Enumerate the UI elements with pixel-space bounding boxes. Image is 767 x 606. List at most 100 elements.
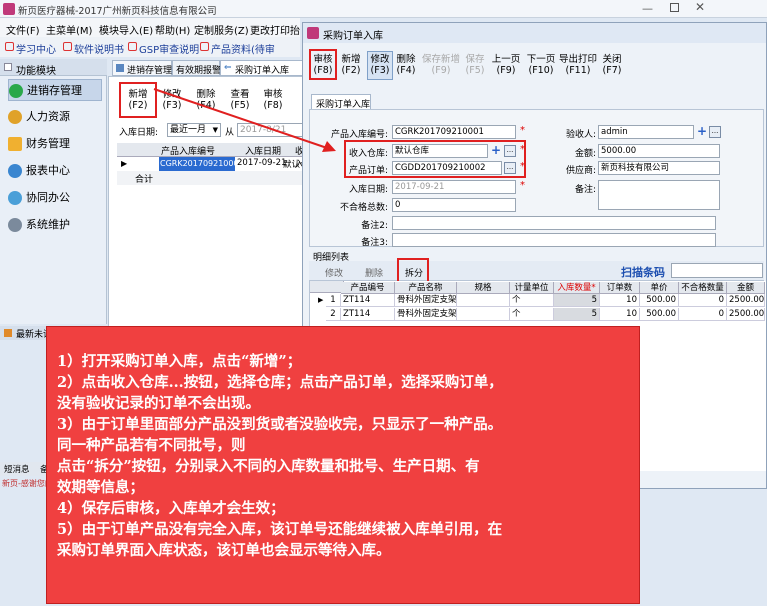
note-line: 4）保存后审核，入库单才会生效； bbox=[57, 500, 285, 517]
amount-label: 金额: bbox=[574, 149, 596, 159]
note2-label: 备注2: bbox=[361, 221, 388, 231]
menu-help[interactable]: 帮助(H) bbox=[155, 22, 190, 37]
receiver-add-icon[interactable]: + bbox=[696, 125, 708, 139]
dlg-audit-button[interactable]: 审核 (F8) bbox=[311, 54, 335, 76]
sidebar-item-finance[interactable]: 财务管理 bbox=[8, 133, 70, 155]
no-required: * bbox=[520, 125, 525, 136]
row-pointer-icon: ▶ bbox=[318, 296, 324, 304]
warehouse-required: * bbox=[520, 144, 525, 155]
menu-bar: 文件(F) 主菜单(M) 模块导入(E) 帮助(H) 定制服务(Z) 更改打印抬… bbox=[0, 18, 300, 37]
globe-icon bbox=[8, 191, 22, 205]
row-pointer-icon: ▶ bbox=[121, 159, 128, 168]
refresh-icon bbox=[8, 164, 22, 178]
coin-icon bbox=[8, 137, 22, 151]
detail-delete-button[interactable]: 删除 bbox=[365, 266, 383, 279]
no-input[interactable]: CGRK201709210001 bbox=[392, 125, 516, 139]
sidebar-header: 功能模块 bbox=[0, 59, 107, 77]
sidebar-item-inventory[interactable]: 进销存管理 bbox=[8, 79, 102, 101]
dlg-prev-button[interactable]: 上一页 (F9) bbox=[490, 54, 522, 76]
tab-messages[interactable]: 短消息 bbox=[4, 463, 30, 475]
dlg-add-button[interactable]: 新增 (F2) bbox=[339, 54, 363, 76]
dlg-delete-button[interactable]: 删除 (F4) bbox=[394, 54, 418, 76]
instruction-note: 1）打开采购订单入库，点击“新增”； 2）点击收入仓库...按钮，选择仓库；点击… bbox=[46, 326, 640, 604]
dialog-logo-icon bbox=[307, 27, 319, 39]
receiver-input[interactable]: admin bbox=[598, 125, 694, 139]
note2-input[interactable] bbox=[392, 216, 716, 230]
close-icon[interactable]: ✕ bbox=[695, 0, 705, 14]
dialog-titlebar: 采购订单入库 bbox=[303, 23, 766, 43]
order-required: * bbox=[520, 161, 525, 172]
tab-purchase-inbound[interactable]: 采购订单入库 ⇐ bbox=[220, 60, 310, 76]
quick-learn[interactable]: 学习中心 bbox=[16, 41, 56, 56]
date-input[interactable]: 2017-09-21 bbox=[392, 180, 516, 194]
sidebar-item-office[interactable]: 协同办公 bbox=[8, 187, 70, 209]
detail-toolbar: 修改 删除 拆分 扫描条码 bbox=[309, 261, 764, 281]
sidebar-toggle-icon[interactable] bbox=[4, 63, 12, 71]
amount-input[interactable]: 5000.00 bbox=[598, 144, 720, 158]
sidebar-item-system[interactable]: 系统维护 bbox=[8, 214, 70, 236]
menu-custom[interactable]: 定制服务(Z) bbox=[194, 22, 249, 37]
main-tabs: 进销存管理 有效期报警 采购订单入库 ⇐ bbox=[108, 59, 310, 76]
note-line: 5）由于订单产品没有完全入库，该订单号还能继续被入库单引用，在 bbox=[57, 521, 503, 538]
warehouse-browse-button[interactable]: ... bbox=[504, 145, 516, 157]
col-amount: 金额 bbox=[727, 282, 765, 294]
note-line: 3）由于订单里面部分产品没到货或者没验收完，只显示了一种产品。 bbox=[57, 416, 503, 433]
warehouse-input[interactable]: 默认仓库 bbox=[392, 144, 488, 158]
tab-expiry[interactable]: 有效期报警 bbox=[172, 60, 221, 76]
bad-total-input[interactable]: 0 bbox=[392, 198, 516, 212]
news-icon bbox=[4, 329, 12, 337]
menu-file[interactable]: 文件(F) bbox=[6, 22, 40, 37]
dlg-save-button[interactable]: 保存 (F5) bbox=[462, 54, 488, 76]
dlg-edit-button[interactable]: 修改 (F3) bbox=[368, 54, 392, 76]
annotation-arrow bbox=[153, 88, 336, 152]
dlg-next-button[interactable]: 下一页 (F10) bbox=[524, 54, 558, 76]
sidebar-item-report[interactable]: 报表中心 bbox=[8, 160, 70, 182]
note3-input[interactable] bbox=[392, 233, 716, 247]
list-total-row: 合计 bbox=[117, 171, 309, 185]
dlg-save-new-button[interactable]: 保存新增 (F9) bbox=[421, 54, 461, 76]
supplier-input[interactable]: 新页科技有限公司 bbox=[598, 161, 720, 175]
supplier-label: 供应商: bbox=[565, 166, 596, 176]
detail-edit-button[interactable]: 修改 bbox=[325, 266, 343, 279]
maximize-icon[interactable] bbox=[670, 3, 679, 12]
order-input[interactable]: CGDD201709210002 bbox=[392, 161, 502, 175]
col-unit: 计量单位 bbox=[510, 282, 554, 294]
arrow-icon: 采购订单入库 bbox=[235, 66, 290, 76]
quick-bar: 学习中心 软件说明书 GSP审查说明 产品资料(待审批:184) bbox=[0, 37, 300, 71]
sidebar-item-hr[interactable]: 人力资源 bbox=[8, 106, 70, 128]
menu-main[interactable]: 主菜单(M) bbox=[46, 22, 92, 37]
date-label: 入库日期: bbox=[348, 185, 388, 195]
remark-label: 备注: bbox=[574, 185, 596, 195]
check-circle-icon bbox=[9, 84, 23, 98]
col-name: 产品名称 bbox=[395, 282, 457, 294]
note-line: 1）打开采购订单入库，点击“新增”； bbox=[57, 353, 302, 370]
scan-input[interactable] bbox=[671, 263, 763, 278]
menu-print-header[interactable]: 更改打印抬头 bbox=[250, 22, 300, 37]
quick-manual[interactable]: 软件说明书 bbox=[74, 41, 124, 56]
bad-total-label: 不合格总数: bbox=[339, 203, 388, 213]
quick-gsp[interactable]: GSP审查说明 bbox=[139, 41, 199, 56]
note-line: 没有验收记录的订单不会出现。 bbox=[57, 395, 260, 412]
date-required: * bbox=[520, 180, 525, 191]
note-line: 同一种产品若有不同批号，则 bbox=[57, 437, 246, 454]
dlg-export-print-button[interactable]: 导出打印 (F11) bbox=[559, 54, 597, 76]
dlg-close-button[interactable]: 关闭 (F7) bbox=[599, 54, 625, 76]
product-icon bbox=[200, 42, 209, 51]
receiver-browse-button[interactable]: ... bbox=[709, 126, 721, 138]
col-price: 单价 bbox=[640, 282, 679, 294]
sidebar: 功能模块 进销存管理 人力资源 财务管理 报表中心 协同办公 系统维护 bbox=[0, 59, 107, 324]
receiver-label: 验收人: bbox=[565, 130, 596, 140]
sidebar-header-label: 功能模块 bbox=[16, 66, 56, 77]
note-line: 点击“拆分”按钮，分别录入不同的入库数量和批号、生产日期、有 bbox=[57, 458, 480, 475]
remark-input[interactable] bbox=[598, 180, 720, 210]
back-arrow-icon: ⇐ bbox=[224, 63, 232, 73]
menu-module-import[interactable]: 模块导入(E) bbox=[99, 22, 153, 37]
tab-inventory[interactable]: 进销存管理 bbox=[112, 60, 172, 76]
col-code: 产品编号 bbox=[341, 282, 395, 294]
note-line: 2）点击收入仓库...按钮，选择仓库；点击产品订单，选择采购订单， bbox=[57, 374, 503, 391]
manual-icon bbox=[63, 42, 72, 51]
warehouse-add-icon[interactable]: + bbox=[490, 144, 502, 158]
col-bad-qty: 不合格数量 bbox=[679, 282, 727, 294]
minimize-icon[interactable]: — bbox=[642, 2, 653, 15]
order-browse-button[interactable]: ... bbox=[504, 162, 516, 174]
